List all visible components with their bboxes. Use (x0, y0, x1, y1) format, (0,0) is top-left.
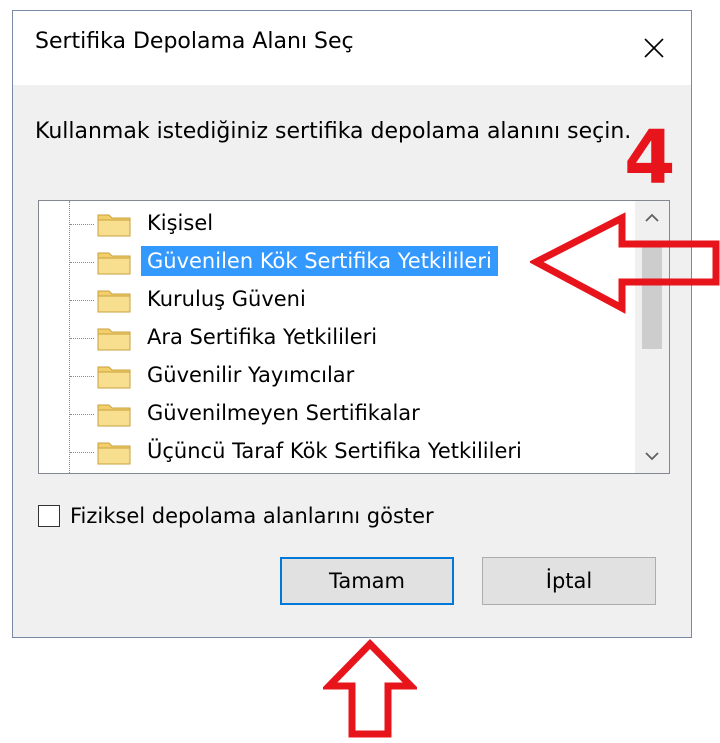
annotation-arrow-left-icon (530, 212, 720, 314)
tree-item-third-party-root[interactable]: Üçüncü Taraf Kök Sertifika Yetkilileri (39, 433, 619, 471)
scroll-down-button[interactable] (635, 439, 669, 473)
dialog-title: Sertifika Depolama Alanı Seç (35, 29, 354, 54)
tree-item-label: Güvenilen Kök Sertifika Yetkilileri (141, 246, 498, 276)
tree-item-label: Üçüncü Taraf Kök Sertifika Yetkilileri (147, 439, 522, 463)
tree-item-trusted-publishers[interactable]: Güvenilir Yayımcılar (39, 357, 619, 395)
folder-icon (97, 442, 131, 465)
cancel-button[interactable]: İptal (482, 557, 656, 605)
chevron-down-icon (645, 452, 659, 461)
show-physical-stores-row[interactable]: Fiziksel depolama alanlarını göster (38, 501, 434, 531)
annotation-step-number: 4 (624, 115, 676, 201)
folder-icon (97, 290, 131, 313)
instruction-text: Kullanmak istediğiniz sertifika depolama… (35, 119, 632, 144)
tree-item-label: Ara Sertifika Yetkilileri (147, 325, 378, 349)
certificate-store-dialog: Sertifika Depolama Alanı Seç Kullanmak i… (12, 10, 692, 638)
folder-icon (97, 252, 131, 275)
folder-icon (97, 214, 131, 237)
tree-item-label: Kişisel (147, 211, 214, 235)
folder-icon (97, 404, 131, 427)
tree-item-label: Güvenilmeyen Sertifikalar (147, 401, 420, 425)
folder-icon (97, 366, 131, 389)
close-button[interactable] (617, 11, 691, 85)
tree-item-label: Kuruluş Güveni (147, 287, 306, 311)
show-physical-stores-label: Fiziksel depolama alanlarını göster (70, 504, 434, 528)
close-icon (644, 38, 664, 58)
tree-item-untrusted-certificates[interactable]: Güvenilmeyen Sertifikalar (39, 395, 619, 433)
annotation-arrow-up-icon (323, 638, 417, 738)
show-physical-stores-checkbox[interactable] (38, 505, 60, 527)
tree-item-label: Güvenilir Yayımcılar (147, 363, 355, 387)
folder-icon (97, 328, 131, 351)
ok-button[interactable]: Tamam (280, 557, 454, 605)
title-bar: Sertifika Depolama Alanı Seç (13, 11, 691, 85)
tree-item-intermediate-ca[interactable]: Ara Sertifika Yetkilileri (39, 319, 619, 357)
